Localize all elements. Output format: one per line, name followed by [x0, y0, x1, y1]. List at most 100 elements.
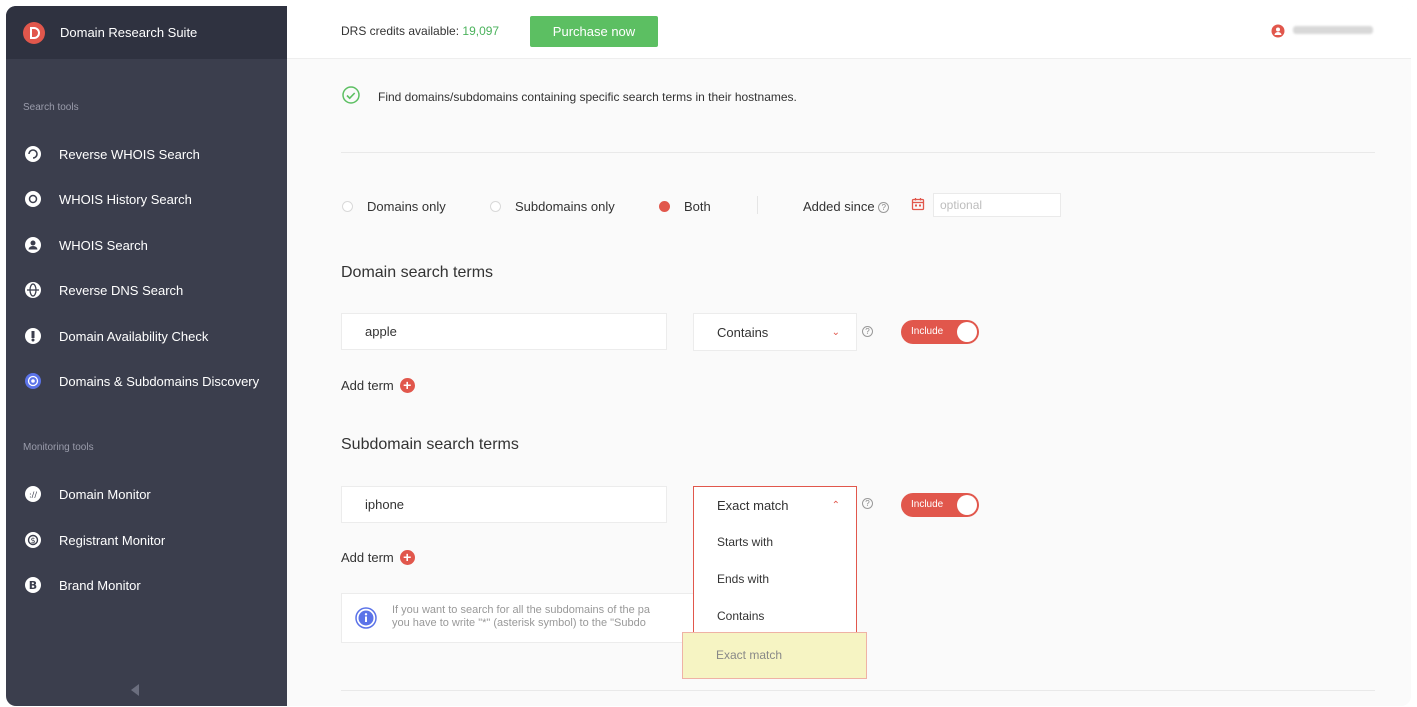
- sidebar-item-reverse-dns[interactable]: Reverse DNS Search: [23, 280, 183, 300]
- brand-logo-icon: [23, 21, 45, 44]
- radio-label: Subdomains only: [515, 199, 615, 214]
- sidebar-item-whois-history[interactable]: WHOIS History Search: [23, 189, 192, 209]
- check-circle-icon: [342, 86, 360, 109]
- main-content: Find domains/subdomains containing speci…: [287, 59, 1411, 706]
- plus-circle-icon: +: [399, 378, 415, 393]
- subdomain-include-toggle[interactable]: Include: [901, 493, 979, 517]
- domain-include-toggle[interactable]: Include: [901, 320, 979, 344]
- sidebar-item-label: Domain Monitor: [59, 486, 151, 502]
- vertical-separator: [757, 196, 758, 214]
- toggle-knob: [957, 495, 977, 515]
- add-term-label: Add term: [341, 378, 394, 393]
- registrant-monitor-icon: $: [23, 530, 43, 550]
- sidebar-item-label: Domains & Subdomains Discovery: [59, 373, 260, 389]
- sidebar-item-label: Domain Availability Check: [59, 328, 209, 344]
- help-icon[interactable]: ?: [878, 202, 890, 214]
- help-icon[interactable]: ?: [862, 326, 873, 337]
- history-icon: [23, 189, 43, 209]
- sidebar-item-label: Reverse DNS Search: [59, 282, 184, 298]
- dropdown-option-exact-match[interactable]: Exact match: [682, 632, 867, 679]
- user-name-blurred[interactable]: [1293, 26, 1373, 34]
- added-since-input[interactable]: [933, 193, 1061, 217]
- monitoring-tools-label: Monitoring tools: [23, 442, 94, 453]
- calendar-icon[interactable]: [911, 197, 925, 216]
- sidebar-item-reverse-whois[interactable]: Reverse WHOIS Search: [23, 144, 200, 164]
- intro-text: Find domains/subdomains containing speci…: [378, 90, 797, 104]
- credits-display: DRS credits available: 19,097: [341, 24, 499, 38]
- discovery-icon: [23, 371, 43, 391]
- toggle-label: Include: [911, 499, 944, 510]
- user-circle-icon: [23, 235, 43, 255]
- sidebar-item-registrant-monitor[interactable]: $ Registrant Monitor: [23, 530, 165, 550]
- collapse-sidebar-icon[interactable]: [131, 684, 139, 696]
- info-line: If you want to search for all the subdom…: [392, 604, 651, 616]
- domain-search-terms-heading: Domain search terms: [341, 264, 494, 281]
- app-title: Domain Research Suite: [60, 25, 198, 40]
- subdomain-add-term-button[interactable]: Add term +: [341, 550, 415, 565]
- dropdown-option-contains[interactable]: Contains: [717, 609, 764, 623]
- sidebar-item-label: WHOIS Search: [59, 237, 148, 253]
- brand-bar: Domain Research Suite: [6, 6, 287, 59]
- info-notice: If you want to search for all the subdom…: [341, 593, 701, 643]
- radio-domains-only[interactable]: Domains only: [342, 199, 446, 214]
- sidebar-item-domain-monitor[interactable]: :// Domain Monitor: [23, 484, 151, 504]
- toggle-label: Include: [911, 326, 944, 337]
- radio-label: Both: [684, 199, 711, 214]
- match-type-dropdown: Starts with Ends with Contains: [693, 523, 857, 635]
- sidebar-item-brand-monitor[interactable]: B Brand Monitor: [23, 575, 141, 595]
- added-since-label: Added since: [803, 199, 875, 214]
- user-account-icon[interactable]: [1271, 24, 1285, 43]
- reverse-whois-icon: [23, 144, 43, 164]
- svg-text:://: ://: [29, 491, 37, 500]
- radio-dot-selected: [659, 201, 670, 212]
- dropdown-option-starts-with[interactable]: Starts with: [717, 535, 773, 549]
- domain-add-term-button[interactable]: Add term +: [341, 378, 415, 393]
- radio-both[interactable]: Both: [659, 199, 711, 214]
- divider: [341, 690, 1375, 691]
- select-value: Exact match: [717, 498, 789, 513]
- globe-icon: [23, 280, 43, 300]
- search-tools-label: Search tools: [23, 102, 79, 113]
- chevron-down-icon: ⌄: [831, 327, 840, 338]
- sidebar-item-label: Registrant Monitor: [59, 532, 166, 548]
- availability-icon: [23, 326, 43, 346]
- svg-text:B: B: [29, 579, 37, 592]
- sidebar-item-domains-subdomains-discovery[interactable]: Domains & Subdomains Discovery: [23, 371, 259, 391]
- plus-circle-icon: +: [399, 550, 415, 565]
- dropdown-option-ends-with[interactable]: Ends with: [717, 572, 769, 586]
- info-text: If you want to search for all the subdom…: [392, 604, 650, 630]
- add-term-label: Add term: [341, 550, 394, 565]
- domain-monitor-icon: ://: [23, 484, 43, 504]
- chevron-up-icon: ⌃: [831, 500, 840, 511]
- radio-subdomains-only[interactable]: Subdomains only: [490, 199, 615, 214]
- sidebar-item-whois-search[interactable]: WHOIS Search: [23, 235, 148, 255]
- sidebar-item-label: Brand Monitor: [59, 577, 141, 593]
- svg-text:$: $: [30, 536, 35, 545]
- added-since: Added since ?: [803, 199, 890, 214]
- toggle-knob: [957, 322, 977, 342]
- radio-dot: [342, 201, 353, 212]
- top-bar: DRS credits available: 19,097 Purchase n…: [287, 6, 1411, 59]
- subdomain-term-input[interactable]: [341, 486, 667, 523]
- help-icon[interactable]: ?: [862, 498, 873, 509]
- sidebar: Domain Research Suite Search tools Rever…: [6, 6, 287, 706]
- dropdown-option-label: Exact match: [716, 648, 783, 662]
- purchase-now-button[interactable]: Purchase now: [530, 16, 658, 47]
- brand-monitor-icon: B: [23, 575, 43, 595]
- subdomain-match-select[interactable]: Exact match ⌃: [693, 486, 857, 524]
- radio-label: Domains only: [367, 199, 446, 214]
- sidebar-item-label: Reverse WHOIS Search: [59, 146, 200, 162]
- sidebar-item-label: WHOIS History Search: [59, 191, 192, 207]
- app-window: Domain Research Suite Search tools Rever…: [6, 6, 1411, 706]
- credits-value: 19,097: [462, 24, 500, 38]
- subdomain-search-terms-heading: Subdomain search terms: [341, 436, 519, 453]
- divider: [341, 152, 1375, 153]
- info-icon: [355, 607, 377, 634]
- credits-label: DRS credits available:: [341, 24, 460, 38]
- sidebar-item-domain-availability[interactable]: Domain Availability Check: [23, 326, 208, 346]
- radio-dot: [490, 201, 501, 212]
- domain-match-select[interactable]: Contains ⌄: [693, 313, 857, 351]
- select-value: Contains: [717, 324, 769, 340]
- domain-term-input[interactable]: [341, 313, 667, 350]
- info-line: you have to write "*" (asterisk symbol) …: [392, 617, 646, 629]
